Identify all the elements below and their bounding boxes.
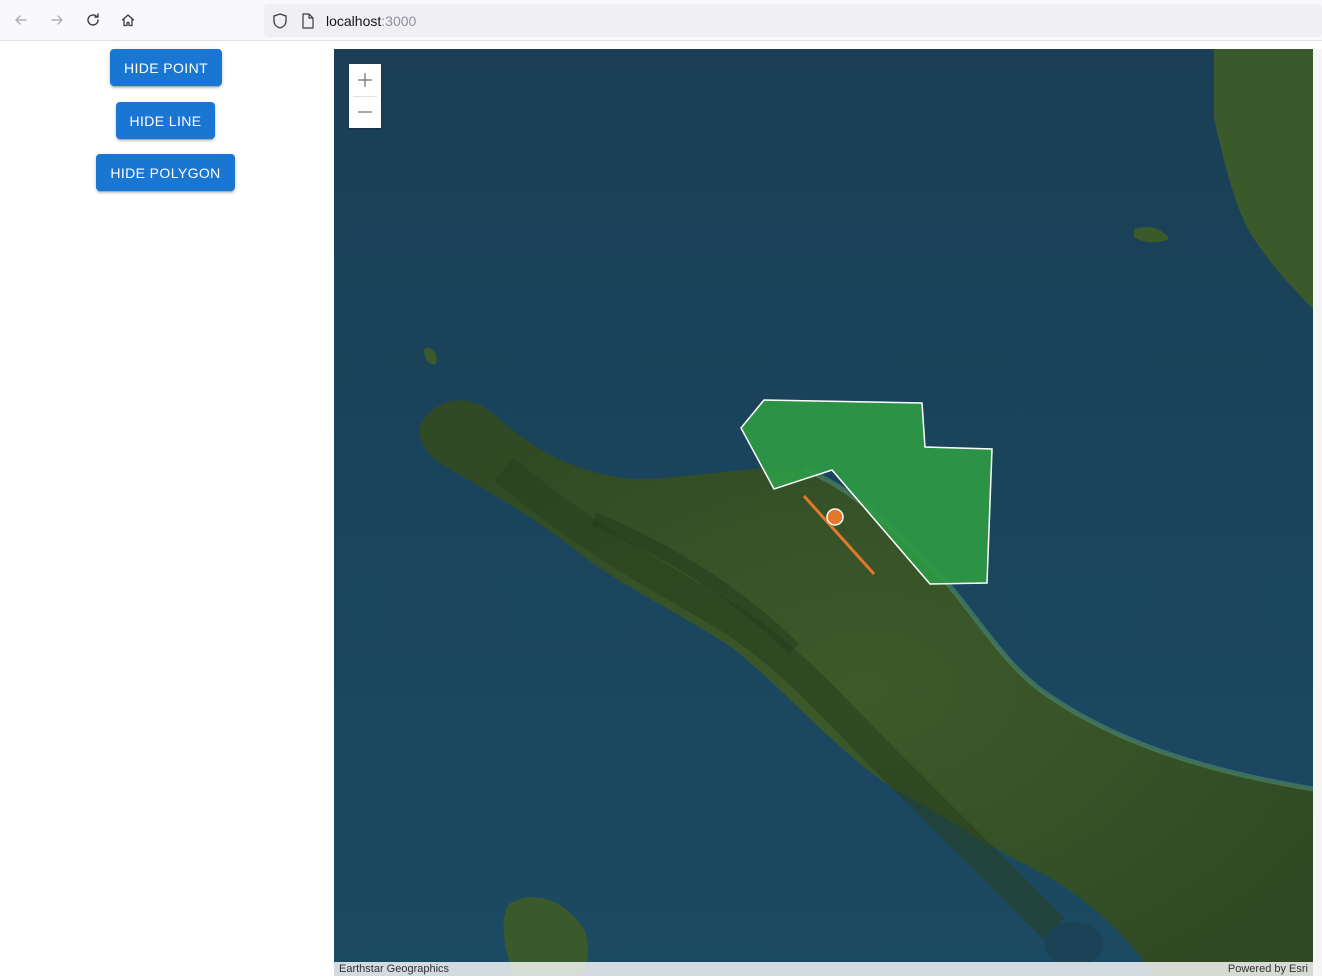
plus-icon — [358, 73, 372, 87]
url-host: localhost — [326, 13, 382, 29]
browser-toolbar: localhost:3000 — [0, 0, 1322, 41]
hide-line-button[interactable]: HIDE LINE — [116, 102, 215, 139]
hide-point-button[interactable]: HIDE POINT — [110, 49, 222, 86]
reload-icon — [87, 13, 99, 26]
url-port: :3000 — [381, 13, 417, 29]
arrow-left-icon — [15, 15, 27, 25]
hide-polygon-button[interactable]: HIDE POLYGON — [96, 154, 235, 191]
arrow-right-icon — [51, 15, 63, 25]
back-button[interactable] — [8, 7, 34, 33]
point-graphic[interactable] — [826, 508, 844, 526]
map-view[interactable]: Earthstar Geographics Powered by Esri — [334, 49, 1313, 976]
attribution-source[interactable]: Earthstar Geographics — [339, 963, 449, 975]
zoom-control — [349, 64, 381, 128]
address-bar[interactable] — [264, 4, 1322, 37]
zoom-in-button[interactable] — [349, 64, 381, 96]
map-attribution: Earthstar Geographics Powered by Esri — [334, 962, 1313, 976]
forward-button[interactable] — [44, 7, 70, 33]
home-button[interactable] — [115, 7, 141, 33]
lake — [1044, 922, 1104, 966]
shield-icon[interactable] — [271, 12, 289, 30]
minus-icon — [358, 111, 372, 113]
reload-button[interactable] — [80, 7, 106, 33]
attribution-powered-by[interactable]: Powered by Esri — [1228, 963, 1308, 975]
zoom-out-button[interactable] — [349, 96, 381, 128]
scrollbar[interactable] — [1313, 49, 1322, 976]
satellite-basemap — [334, 49, 1313, 976]
sidebar: HIDE POINT HIDE LINE HIDE POLYGON — [0, 41, 333, 976]
home-icon — [121, 14, 135, 27]
page-icon — [302, 13, 314, 29]
url-text[interactable]: localhost:3000 — [326, 13, 416, 29]
